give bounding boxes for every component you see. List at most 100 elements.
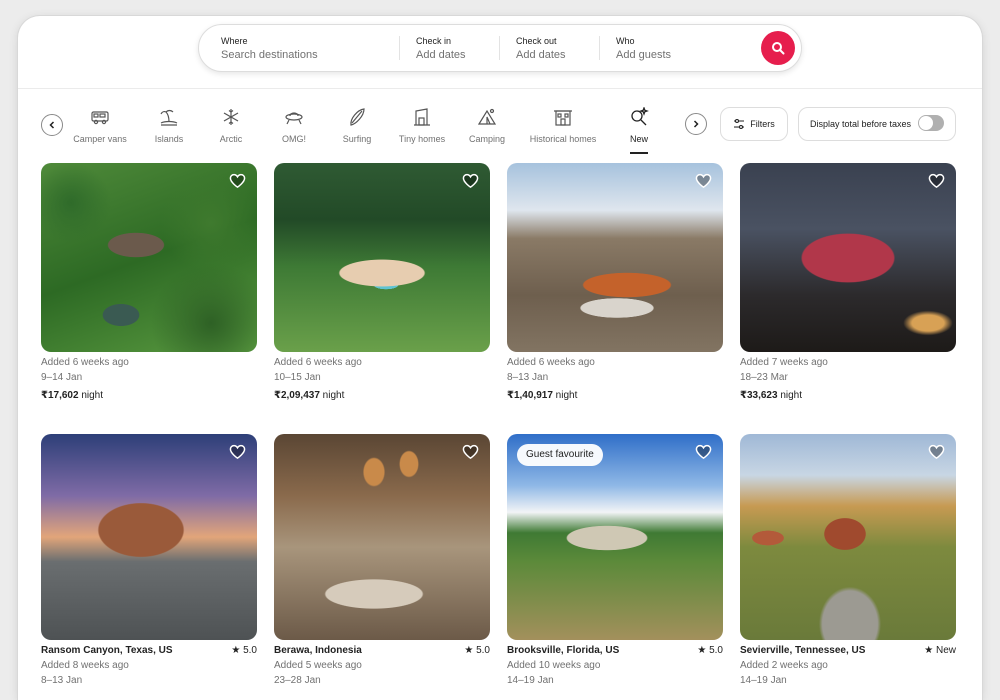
island-icon [160, 109, 178, 126]
heart-icon[interactable] [462, 173, 479, 189]
listing-added: Added 10 weeks ago [507, 660, 601, 671]
photo-pager[interactable] [41, 676, 257, 680]
sliders-icon [734, 118, 745, 130]
listing-added: Added 6 weeks ago [41, 357, 129, 368]
listing-card[interactable]: Sevierville, Tennessee, US ★ New Added 2… [740, 434, 956, 688]
category-label: Arctic [219, 134, 243, 144]
who-value[interactable]: Add guests [616, 49, 671, 61]
listing-location: Sevierville, Tennessee, US [740, 645, 866, 656]
tiny-home-icon [414, 108, 430, 126]
star-icon: ★ [464, 645, 477, 656]
photo-pager[interactable] [740, 676, 956, 680]
check-in-label: Check in [416, 36, 452, 46]
heart-icon[interactable] [462, 444, 479, 460]
category-label: New [629, 134, 648, 144]
where-field[interactable]: Where Search destinations [199, 25, 399, 71]
listing-price: ₹2,09,437 [274, 390, 320, 401]
price-unit: night [552, 390, 578, 401]
listing-photo[interactable] [507, 163, 723, 352]
display-total-toggle-box[interactable]: Display total before taxes [798, 107, 956, 141]
historical-home-icon [554, 110, 572, 126]
snowflake-icon [223, 109, 239, 125]
header-divider [18, 88, 982, 89]
photo-pager[interactable] [507, 676, 723, 680]
chevron-left-icon [49, 121, 55, 129]
listing-photo[interactable] [41, 434, 257, 640]
check-in-value[interactable]: Add dates [416, 49, 466, 61]
listing-card[interactable]: Added 6 weeks ago 10–15 Jan ₹2,09,437 ni… [274, 163, 490, 401]
listing-dates: 18–23 Mar [740, 372, 788, 383]
listing-photo[interactable] [740, 434, 956, 640]
category-camper-vans[interactable]: Camper vans [65, 106, 135, 144]
listing-card[interactable]: Ransom Canyon, Texas, US ★ 5.0 Added 8 w… [41, 434, 257, 688]
listing-rating: ★ 5.0 [464, 645, 490, 656]
listing-card[interactable]: Added 6 weeks ago 8–13 Jan ₹1,40,917 nig… [507, 163, 723, 401]
check-in-field[interactable]: Check in Add dates [399, 25, 499, 71]
where-input[interactable]: Search destinations [221, 49, 318, 61]
guest-favourite-badge: Guest favourite [517, 444, 603, 466]
where-label: Where [221, 36, 248, 46]
check-out-value[interactable]: Add dates [516, 49, 566, 61]
chevron-right-icon [693, 120, 699, 128]
listing-dates: 9–14 Jan [41, 372, 83, 383]
listing-added: Added 2 weeks ago [740, 660, 828, 671]
listing-price: ₹1,40,917 [507, 390, 553, 401]
listing-photo[interactable] [274, 434, 490, 640]
heart-icon[interactable] [928, 444, 945, 460]
listing-dates: 8–13 Jan [507, 372, 549, 383]
listing-added: Added 6 weeks ago [274, 357, 362, 368]
surfboard-icon [350, 108, 365, 126]
display-total-toggle[interactable] [918, 115, 944, 131]
listing-price: ₹33,623 [740, 390, 778, 401]
new-sparkle-icon [631, 107, 649, 126]
listing-added: Added 7 weeks ago [740, 357, 828, 368]
who-label: Who [616, 36, 635, 46]
star-icon: ★ [231, 645, 244, 656]
price-unit: night [777, 390, 803, 401]
category-tiny-homes[interactable]: Tiny homes [387, 106, 457, 144]
toggle-knob [919, 116, 933, 130]
category-label: Camper vans [73, 134, 127, 144]
display-total-label: Display total before taxes [810, 119, 912, 129]
listing-card[interactable]: Guest favourite Brooksville, Florida, US… [507, 434, 723, 688]
search-icon [772, 42, 785, 55]
category-camping[interactable]: Camping [452, 106, 522, 144]
search-bar: Where Search destinations Check in Add d… [198, 24, 802, 72]
price-unit: night [319, 390, 345, 401]
category-islands[interactable]: Islands [134, 106, 204, 144]
listing-photo[interactable] [740, 163, 956, 352]
listing-rating: ★ 5.0 [231, 645, 257, 656]
photo-pager[interactable] [274, 676, 490, 680]
categories-next-button[interactable] [685, 113, 707, 135]
category-surfing[interactable]: Surfing [322, 106, 392, 144]
listing-card[interactable]: Added 7 weeks ago 18–23 Mar ₹33,623 nigh… [740, 163, 956, 401]
category-historical-homes[interactable]: Historical homes [528, 106, 598, 144]
listing-rating: ★ 5.0 [697, 645, 723, 656]
heart-icon[interactable] [229, 173, 246, 189]
star-icon: ★ [697, 645, 710, 656]
category-arctic[interactable]: Arctic [196, 106, 266, 144]
listing-photo[interactable] [274, 163, 490, 352]
heart-icon[interactable] [695, 444, 712, 460]
heart-icon[interactable] [229, 444, 246, 460]
heart-icon[interactable] [695, 173, 712, 189]
heart-icon[interactable] [928, 173, 945, 189]
listing-card[interactable]: Berawa, Indonesia ★ 5.0 Added 5 weeks ag… [274, 434, 490, 688]
categories-prev-button[interactable] [41, 114, 63, 136]
ufo-icon [285, 112, 303, 125]
listing-price: ₹17,602 [41, 390, 79, 401]
check-out-label: Check out [516, 36, 557, 46]
filters-button[interactable]: Filters [720, 107, 788, 141]
category-omg[interactable]: OMG! [259, 106, 329, 144]
category-new[interactable]: New [604, 106, 674, 154]
listing-dates: 10–15 Jan [274, 372, 321, 383]
check-out-field[interactable]: Check out Add dates [499, 25, 599, 71]
listing-location: Ransom Canyon, Texas, US [41, 645, 173, 656]
category-label: Tiny homes [398, 134, 446, 144]
filters-label: Filters [750, 119, 775, 129]
listing-location: Brooksville, Florida, US [507, 645, 620, 656]
listing-card[interactable]: Added 6 weeks ago 9–14 Jan ₹17,602 night [41, 163, 257, 401]
search-button[interactable] [761, 31, 795, 65]
listing-photo[interactable] [41, 163, 257, 352]
category-label: Camping [468, 134, 506, 144]
